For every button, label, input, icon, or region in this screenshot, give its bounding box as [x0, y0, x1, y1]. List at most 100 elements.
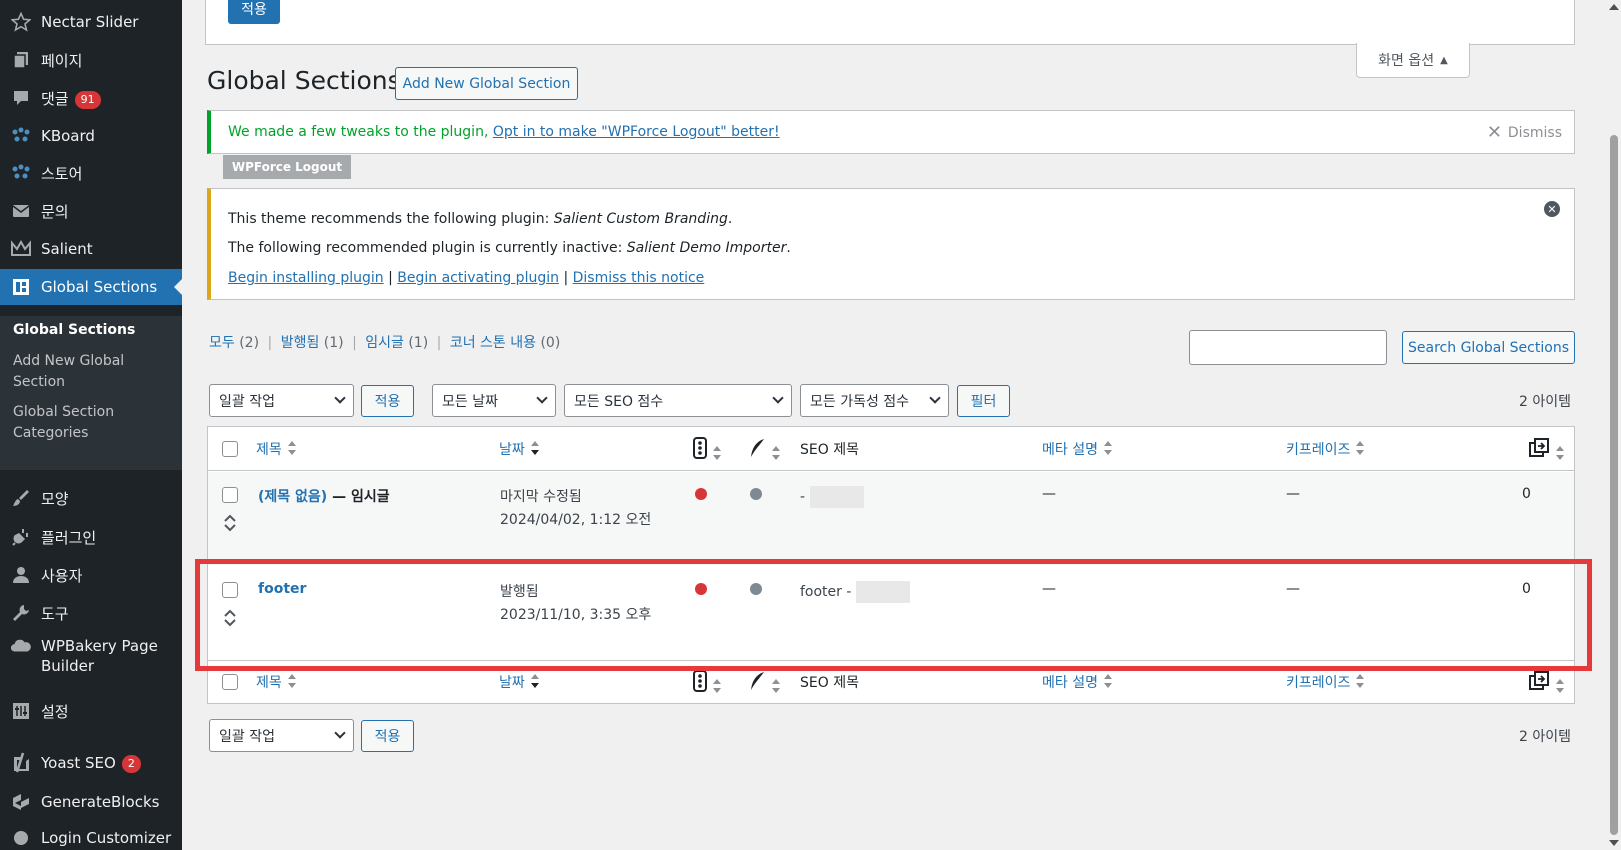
notice-line1-plugin: Salient Custom Branding [553, 211, 728, 227]
dismiss-notice-link[interactable]: Dismiss this notice [573, 270, 705, 286]
scroll-up-arrow[interactable] [1609, 4, 1619, 10]
chevron-down-icon [334, 392, 346, 404]
post-title-link[interactable]: (제목 없음) [258, 489, 327, 505]
sidebar-item-pages[interactable]: 페이지 [0, 42, 182, 78]
sidebar-item-login-customizer[interactable]: Login Customizer [0, 820, 182, 850]
sidebar-item-yoast-seo[interactable]: Yoast SEO 2 [0, 745, 182, 781]
column-meta-description[interactable]: 메타 설명 [1042, 439, 1113, 460]
screen-options-tab[interactable]: 화면 옵션 ▲ [1356, 43, 1470, 78]
submenu-global-section-categories[interactable]: Global Section Categories [13, 402, 178, 444]
sidebar-item-contact[interactable]: 문의 [0, 193, 182, 229]
bulk-action-select[interactable]: 일괄 작업 [209, 384, 354, 417]
sidebar-item-label: Global Sections [41, 278, 158, 296]
seo-score-select[interactable]: 모든 SEO 점수 [564, 384, 792, 417]
view-all[interactable]: 모두 [209, 335, 235, 351]
column-date-footer[interactable]: 날짜 [499, 672, 540, 693]
settings-icon [10, 700, 32, 722]
select-all-checkbox[interactable] [222, 441, 238, 457]
blurred-text [809, 486, 864, 508]
bulk-apply-button-bottom[interactable]: 적용 [361, 720, 414, 752]
chevron-down-icon [536, 392, 548, 404]
submenu-global-sections[interactable]: Global Sections [13, 320, 178, 341]
row-checkbox[interactable] [222, 582, 238, 598]
sidebar-item-users[interactable]: 사용자 [0, 557, 182, 593]
chevron-down-icon [334, 727, 346, 739]
sidebar-item-appearance[interactable]: 모양 [0, 480, 182, 516]
sidebar-item-generateblocks[interactable]: GenerateBlocks [0, 784, 182, 820]
sort-icon [287, 440, 297, 460]
post-state: — 임시글 [327, 489, 390, 505]
column-title-footer[interactable]: 제목 [256, 672, 297, 693]
sidebar-item-label: 댓글 [41, 89, 69, 108]
filter-button[interactable]: 필터 [957, 385, 1010, 417]
sidebar-item-label: Nectar Slider [41, 13, 139, 31]
column-title[interactable]: 제목 [256, 439, 297, 460]
sidebar-item-label: Salient [41, 240, 93, 258]
column-seo-score[interactable] [693, 437, 722, 465]
sidebar-item-label: GenerateBlocks [41, 793, 160, 811]
notice-line1-text: This theme recommends the following plug… [228, 211, 554, 227]
cloud-icon [10, 635, 32, 657]
add-new-global-section-button[interactable]: Add New Global Section [395, 67, 578, 100]
column-links[interactable] [1528, 437, 1565, 465]
star-icon [10, 11, 32, 33]
sidebar-item-comments[interactable]: 댓글 91 [0, 80, 182, 116]
sort-icon [771, 445, 781, 465]
begin-installing-link[interactable]: Begin installing plugin [228, 270, 384, 286]
column-seo-score-footer[interactable] [693, 670, 722, 698]
wpforce-notice: We made a few tweaks to the plugin, Opt … [207, 110, 1575, 154]
view-draft[interactable]: 임시글 [365, 335, 404, 351]
date-filter-select[interactable]: 모든 날짜 [432, 384, 556, 417]
sidebar-item-kboard[interactable]: KBoard [0, 118, 182, 154]
item-count-bottom: 2 아이템 [1519, 729, 1571, 745]
traffic-light-icon [693, 670, 707, 696]
view-cornerstone[interactable]: 코너 스톤 내용 [450, 335, 536, 351]
bulk-apply-button[interactable]: 적용 [361, 385, 414, 417]
sidebar-item-nectar-slider[interactable]: Nectar Slider [0, 4, 182, 40]
reorder-icon[interactable] [223, 609, 237, 631]
column-links-footer[interactable] [1528, 670, 1565, 698]
close-icon: ✕ [1486, 122, 1502, 143]
column-keyphrase-footer[interactable]: 키프레이즈 [1286, 672, 1365, 693]
wpforce-dismiss-button[interactable]: ✕ Dismiss [1487, 122, 1562, 143]
sidebar-item-store[interactable]: 스토어 [0, 155, 182, 191]
seo-title-value: footer - [800, 584, 856, 600]
row-checkbox[interactable] [222, 487, 238, 503]
bulk-action-select-bottom[interactable]: 일괄 작업 [209, 719, 354, 752]
select-all-checkbox-footer[interactable] [222, 674, 238, 690]
user-icon [10, 564, 32, 586]
reorder-icon[interactable] [223, 514, 237, 536]
wpforce-optin-link[interactable]: Opt in to make "WPForce Logout" better! [493, 124, 780, 140]
links-icon [1528, 438, 1550, 463]
sidebar-item-wpbakery[interactable]: WPBakery Page Builder [0, 633, 182, 679]
readability-score-select[interactable]: 모든 가독성 점수 [800, 384, 949, 417]
column-readability-footer[interactable] [748, 670, 781, 698]
sidebar-item-settings[interactable]: 설정 [0, 693, 182, 729]
top-apply-button[interactable]: 적용 [228, 0, 280, 24]
column-date[interactable]: 날짜 [499, 439, 540, 460]
post-title-link[interactable]: footer [258, 581, 306, 597]
blurred-text [855, 581, 910, 603]
readability-score-dot [750, 583, 762, 595]
column-keyphrase[interactable]: 키프레이즈 [1286, 439, 1365, 460]
scroll-down-arrow[interactable] [1609, 840, 1619, 846]
meta-description-value: — [1042, 486, 1056, 502]
submenu-add-new-global-section[interactable]: Add New Global Section [13, 351, 178, 393]
global-sections-submenu: Global Sections Add New Global Section G… [0, 316, 182, 470]
scrollbar[interactable] [1607, 0, 1621, 850]
sidebar-item-plugins[interactable]: 플러그인 [0, 519, 182, 555]
close-circle-icon[interactable]: ✕ [1544, 201, 1560, 217]
column-readability[interactable] [748, 437, 781, 465]
sidebar-item-global-sections[interactable]: Global Sections [0, 269, 182, 305]
sidebar-item-tools[interactable]: 도구 [0, 595, 182, 631]
view-published[interactable]: 발행됨 [281, 335, 320, 351]
sidebar-item-salient[interactable]: Salient [0, 231, 182, 267]
column-meta-description-footer[interactable]: 메타 설명 [1042, 672, 1113, 693]
scroll-thumb[interactable] [1610, 135, 1618, 835]
plugin-icon [10, 526, 32, 548]
search-global-sections-button[interactable]: Search Global Sections [1402, 331, 1575, 364]
sort-icon [1555, 445, 1565, 465]
search-input[interactable] [1189, 330, 1387, 365]
sort-icon [287, 673, 297, 693]
begin-activating-link[interactable]: Begin activating plugin [397, 270, 559, 286]
